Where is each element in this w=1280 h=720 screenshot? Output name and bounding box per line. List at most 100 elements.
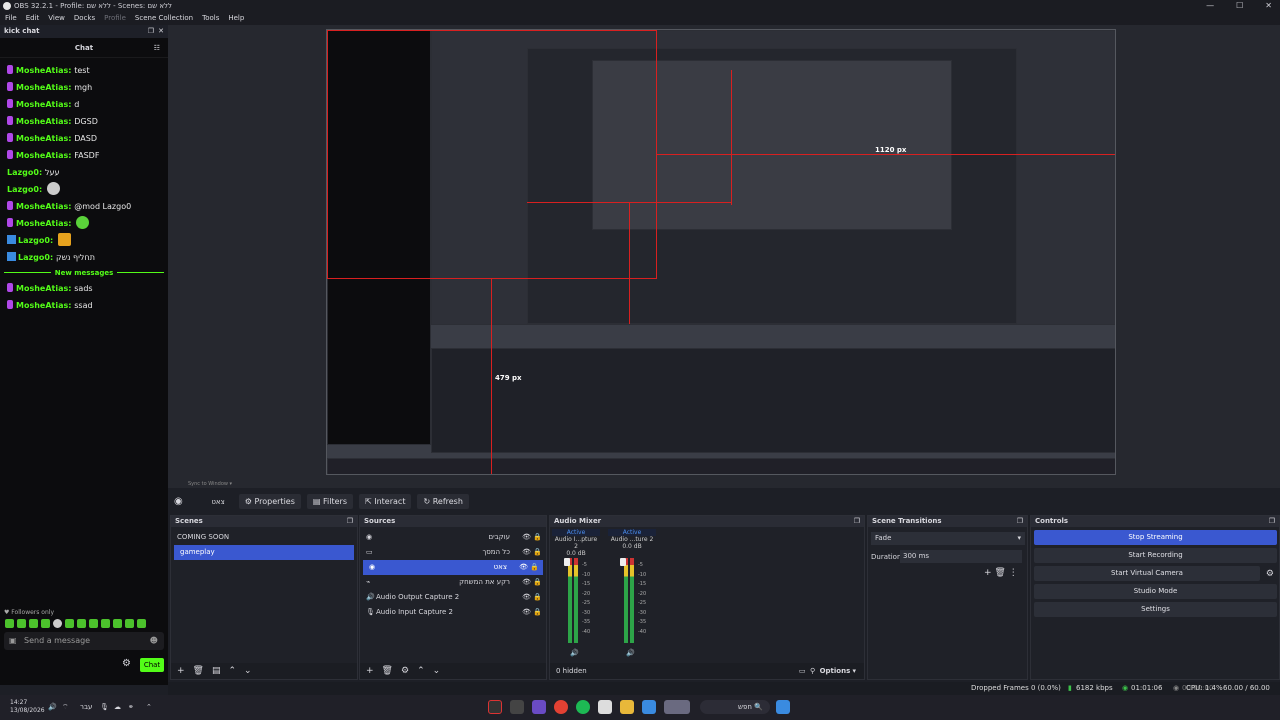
menu-profile[interactable]: Profile (104, 12, 126, 25)
lock-icon[interactable]: 🔒 (533, 545, 542, 560)
menu-file[interactable]: File (5, 12, 17, 25)
chevron-down-icon[interactable]: ⌄ (433, 666, 441, 676)
filter-icon[interactable]: ▤ (212, 666, 221, 676)
chat-username[interactable]: Lazgo0 (18, 236, 50, 245)
lock-icon[interactable]: 🔒 (530, 560, 539, 575)
chat-username[interactable]: MosheAtias (16, 134, 68, 143)
emote-icon[interactable] (29, 619, 38, 628)
chevron-up-icon[interactable]: ⌃ (417, 666, 425, 676)
emote-icon[interactable] (113, 619, 122, 628)
emote-icon[interactable] (41, 619, 50, 628)
maximize-button[interactable]: ☐ (1236, 0, 1243, 12)
transition-select[interactable]: Fade ▾ (871, 532, 1025, 545)
undock-icon[interactable]: ❐ (347, 516, 353, 527)
close-dock-icon[interactable]: ✕ (158, 25, 164, 38)
start-virtual-camera-button[interactable]: Start Virtual Camera (1034, 566, 1260, 581)
lock-icon[interactable]: 🔒 (533, 530, 542, 545)
emote-icon[interactable] (5, 619, 14, 628)
chat-username[interactable]: MosheAtias (16, 100, 68, 109)
chat-username[interactable]: Lazgo0 (7, 168, 39, 177)
chevron-down-icon[interactable]: ⌄ (244, 666, 252, 676)
add-icon[interactable]: + (177, 666, 185, 676)
chat-username[interactable]: MosheAtias (16, 202, 68, 211)
settings-button[interactable]: Settings (1034, 602, 1277, 617)
undock-icon[interactable]: ❐ (854, 516, 860, 527)
mute-speaker-icon[interactable]: 🔊 (570, 649, 579, 657)
studio-mode-button[interactable]: Studio Mode (1034, 584, 1277, 599)
taskbar-clock[interactable]: 14:27 13/08/2026 (10, 699, 45, 715)
mixer-options-button[interactable]: Options (820, 667, 851, 675)
minimize-button[interactable]: — (1206, 0, 1214, 12)
properties-button[interactable]: ⚙ Properties (238, 494, 301, 509)
emote-icon[interactable] (101, 619, 110, 628)
filters-button[interactable]: ▤ Filters (306, 494, 353, 509)
volume-fader[interactable] (564, 558, 570, 566)
mic-icon[interactable]: 🎙 (100, 703, 109, 711)
eye-icon[interactable]: 👁 (522, 575, 531, 590)
chat-username[interactable]: MosheAtias (16, 83, 68, 92)
chat-message-input[interactable]: ▣ Send a message ☻ (4, 632, 164, 650)
eye-icon[interactable]: 👁 (522, 530, 531, 545)
chat-send-button[interactable]: Chat (140, 658, 164, 672)
menu-edit[interactable]: Edit (26, 12, 40, 25)
emote-icon[interactable] (125, 619, 134, 628)
undock-icon[interactable]: ❐ (148, 25, 154, 38)
obs-taskbar-icon[interactable] (488, 700, 502, 714)
app-taskbar-icon[interactable] (510, 700, 524, 714)
source-item[interactable]: 🔊Audio Output Capture 2 👁 🔒 (360, 590, 546, 605)
preview-screen-capture[interactable]: 1120 px 479 px (326, 29, 1116, 475)
stop-streaming-button[interactable]: Stop Streaming (1034, 530, 1277, 545)
emote-icon[interactable] (65, 619, 74, 628)
emote-icon[interactable] (17, 619, 26, 628)
add-icon[interactable]: + (984, 568, 992, 578)
eye-icon[interactable]: 👁 (519, 560, 528, 575)
tray-icon[interactable]: ☁ (114, 703, 121, 711)
source-item[interactable]: ⌁ רקע את המשחק 👁 🔒 (360, 575, 546, 590)
emote-icon[interactable] (77, 619, 86, 628)
lock-icon[interactable]: 🔒 (533, 590, 542, 605)
add-icon[interactable]: + (366, 666, 374, 676)
source-item[interactable]: ◉ צאט 👁 🔒 (363, 560, 543, 575)
scene-item[interactable]: COMING SOON (171, 530, 357, 545)
source-item[interactable]: ▭ כל המסך 👁 🔒 (360, 545, 546, 560)
menu-help[interactable]: Help (228, 12, 244, 25)
chat-username[interactable]: Lazgo0 (18, 253, 50, 262)
explorer-taskbar-icon[interactable] (620, 700, 634, 714)
spotify-taskbar-icon[interactable] (576, 700, 590, 714)
chevron-up-icon[interactable]: ⌃ (229, 666, 237, 676)
trash-icon[interactable]: 🗑 (994, 568, 1005, 578)
tray-icon[interactable]: ⚭ (128, 703, 134, 711)
refresh-button[interactable]: ↻ Refresh (417, 494, 469, 509)
app-taskbar-icon[interactable] (532, 700, 546, 714)
start-button[interactable] (776, 700, 790, 714)
undock-icon[interactable]: ❐ (1017, 516, 1023, 527)
lock-icon[interactable]: 🔒 (533, 575, 542, 590)
chat-settings-gear-icon[interactable]: ⚙ (122, 658, 131, 669)
chat-username[interactable]: MosheAtias (16, 117, 68, 126)
menu-docks[interactable]: Docks (74, 12, 95, 25)
trash-icon[interactable]: 🗑 (193, 666, 204, 676)
source-item[interactable]: ◉ עוקבים 👁 🔒 (360, 530, 546, 545)
taskbar-search[interactable]: חפש 🔍 (700, 700, 770, 714)
chrome-taskbar-icon[interactable] (554, 700, 568, 714)
duration-input[interactable]: 300 ms (900, 550, 1022, 563)
scene-item[interactable]: gameplay (174, 545, 354, 560)
wifi-icon[interactable]: ⌔ (62, 703, 69, 712)
volume-icon[interactable]: 🔊 (48, 703, 57, 711)
chat-username[interactable]: Lazgo0 (7, 185, 39, 194)
link-icon[interactable]: ⚲ (810, 667, 815, 675)
eye-icon[interactable]: 👁 (522, 590, 531, 605)
more-options-icon[interactable]: ⋮ (1009, 568, 1018, 578)
chat-username[interactable]: MosheAtias (16, 301, 68, 310)
user-list-icon[interactable]: ☷ (154, 38, 160, 58)
eye-icon[interactable]: 👁 (522, 605, 531, 620)
lock-icon[interactable]: 🔒 (533, 605, 542, 620)
commands-icon[interactable]: ▣ (9, 632, 17, 650)
language-indicator[interactable]: עבר (80, 703, 92, 711)
app-taskbar-icon[interactable] (598, 700, 612, 714)
menu-view[interactable]: View (48, 12, 65, 25)
layout-icon[interactable]: ▭ (799, 667, 806, 675)
source-item[interactable]: 🎙Audio Input Capture 2 👁 🔒 (360, 605, 546, 620)
start-recording-button[interactable]: Start Recording (1034, 548, 1277, 563)
gear-icon[interactable]: ⚙ (1266, 569, 1274, 579)
